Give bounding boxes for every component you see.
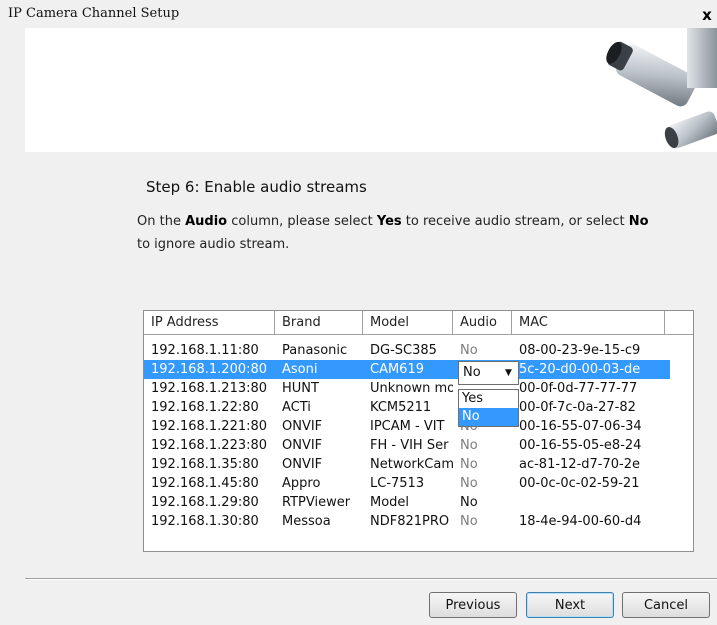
cell-brand: ACTi [282, 400, 311, 415]
column-header-mac[interactable]: MAC [512, 311, 665, 335]
cell-audio[interactable]: No [453, 512, 512, 531]
audio-option-yes[interactable]: Yes [459, 390, 518, 408]
close-button[interactable]: x [699, 6, 715, 24]
table-row[interactable]: 192.168.1.22:80 ACTi KCM5211 00-0f-7c-0a… [144, 398, 670, 417]
dropdown-arrow-icon[interactable]: ▼ [501, 365, 516, 381]
audio-select-value: No [463, 365, 481, 380]
camera-table[interactable]: IP Address Brand Model Audio MAC 192.168… [143, 310, 694, 552]
cell-ip: 192.168.1.35:80 [151, 457, 259, 472]
instruction-fragment: column, please select [231, 214, 373, 229]
column-header-model[interactable]: Model [363, 311, 453, 335]
audio-select[interactable]: No ▼ [458, 361, 519, 385]
instruction-fragment: to ignore audio stream. [137, 237, 290, 252]
cell-model: DG-SC385 [370, 343, 437, 358]
cell-mac: 00-16-55-05-e8-24 [519, 438, 642, 453]
cell-model: Model [370, 495, 410, 510]
instructions-text: On the Audio column, please select Yes t… [137, 210, 697, 256]
previous-button[interactable]: Previous [429, 592, 517, 618]
cell-model: FH - VIH Ser [370, 438, 449, 453]
instruction-fragment: On the [137, 214, 181, 229]
cell-mac: ac-81-12-d7-70-2e [519, 457, 640, 472]
step-title: Step 6: Enable audio streams [146, 178, 367, 196]
instruction-audio-keyword: Audio [185, 214, 228, 229]
table-row[interactable]: 192.168.1.221:80 ONVIF IPCAM - VIT No 00… [144, 417, 670, 436]
window-title: IP Camera Channel Setup [8, 6, 180, 21]
cell-audio[interactable]: No [453, 474, 512, 493]
cell-audio[interactable]: No [453, 436, 512, 455]
cell-model: LC-7513 [370, 476, 425, 491]
cell-brand: Appro [282, 476, 321, 491]
cell-audio[interactable]: No [453, 455, 512, 474]
table-row[interactable]: 192.168.1.213:80 HUNT Unknown mo 00-0f-0… [144, 379, 670, 398]
cancel-button[interactable]: Cancel [622, 592, 710, 618]
cell-mac: 5c-20-d0-00-03-de [519, 362, 641, 377]
cell-brand: HUNT [282, 381, 319, 396]
table-row[interactable]: 192.168.1.45:80 Appro LC-7513 No 00-0c-0… [144, 474, 670, 493]
cell-model: IPCAM - VIT [370, 419, 445, 434]
cell-ip: 192.168.1.29:80 [151, 495, 259, 510]
cell-ip: 192.168.1.22:80 [151, 400, 259, 415]
cell-model: Unknown mo [370, 381, 453, 396]
cell-brand: RTPViewer [282, 495, 351, 510]
cell-ip: 192.168.1.213:80 [151, 381, 268, 396]
table-row[interactable]: 192.168.1.30:80 Messoa NDF821PRO No 18-4… [144, 512, 670, 531]
cell-brand: ONVIF [282, 419, 323, 434]
cell-audio[interactable]: No [453, 341, 512, 360]
table-row[interactable]: 192.168.1.29:80 RTPViewer Model No [144, 493, 670, 512]
camera-illustration-icon [557, 28, 717, 152]
cell-model: KCM5211 [370, 400, 432, 415]
column-header-brand[interactable]: Brand [275, 311, 363, 335]
cell-mac: 00-0c-0c-02-59-21 [519, 476, 640, 491]
cell-brand: ONVIF [282, 457, 323, 472]
title-bar: IP Camera Channel Setup x [0, 0, 717, 29]
cell-mac [512, 493, 665, 512]
cell-audio[interactable]: No [453, 493, 512, 512]
column-header-audio[interactable]: Audio [453, 311, 512, 335]
header-banner [25, 28, 717, 152]
instruction-fragment: to receive audio stream, or select [405, 214, 625, 229]
instruction-yes-keyword: Yes [376, 214, 402, 229]
cell-brand: Messoa [282, 514, 331, 529]
cell-ip: 192.168.1.30:80 [151, 514, 259, 529]
cell-mac: 08-00-23-9e-15-c9 [519, 343, 641, 358]
cell-mac: 18-4e-94-00-60-d4 [519, 514, 642, 529]
column-header-filler [665, 311, 693, 335]
cell-ip: 192.168.1.221:80 [151, 419, 268, 434]
cell-brand: ONVIF [282, 438, 323, 453]
next-button[interactable]: Next [526, 592, 614, 618]
cell-mac: 00-0f-0d-77-77-77 [519, 381, 638, 396]
cell-mac: 00-0f-7c-0a-27-82 [519, 400, 636, 415]
column-header-ip[interactable]: IP Address [144, 311, 275, 335]
cell-model: NDF821PRO [370, 514, 450, 529]
audio-dropdown-list: Yes No [458, 389, 519, 427]
cell-model: NetworkCam [370, 457, 453, 472]
table-header: IP Address Brand Model Audio MAC [144, 311, 693, 335]
cell-brand: Asoni [282, 362, 318, 377]
table-row[interactable]: 192.168.1.11:80 Panasonic DG-SC385 No 08… [144, 341, 670, 360]
cell-ip: 192.168.1.223:80 [151, 438, 268, 453]
table-row[interactable]: 192.168.1.35:80 ONVIF NetworkCam No ac-8… [144, 455, 670, 474]
cell-model: CAM619 [370, 362, 424, 377]
cell-ip: 192.168.1.200:80 [151, 362, 268, 377]
instruction-no-keyword: No [628, 214, 649, 229]
footer-divider [25, 578, 717, 580]
cell-ip: 192.168.1.45:80 [151, 476, 259, 491]
cell-mac: 00-16-55-07-06-34 [519, 419, 642, 434]
cell-brand: Panasonic [282, 343, 348, 358]
table-row-selected[interactable]: 192.168.1.200:80 Asoni CAM619 5c-20-d0-0… [144, 360, 670, 379]
cell-ip: 192.168.1.11:80 [151, 343, 259, 358]
table-row[interactable]: 192.168.1.223:80 ONVIF FH - VIH Ser No 0… [144, 436, 670, 455]
audio-option-no[interactable]: No [459, 408, 518, 426]
